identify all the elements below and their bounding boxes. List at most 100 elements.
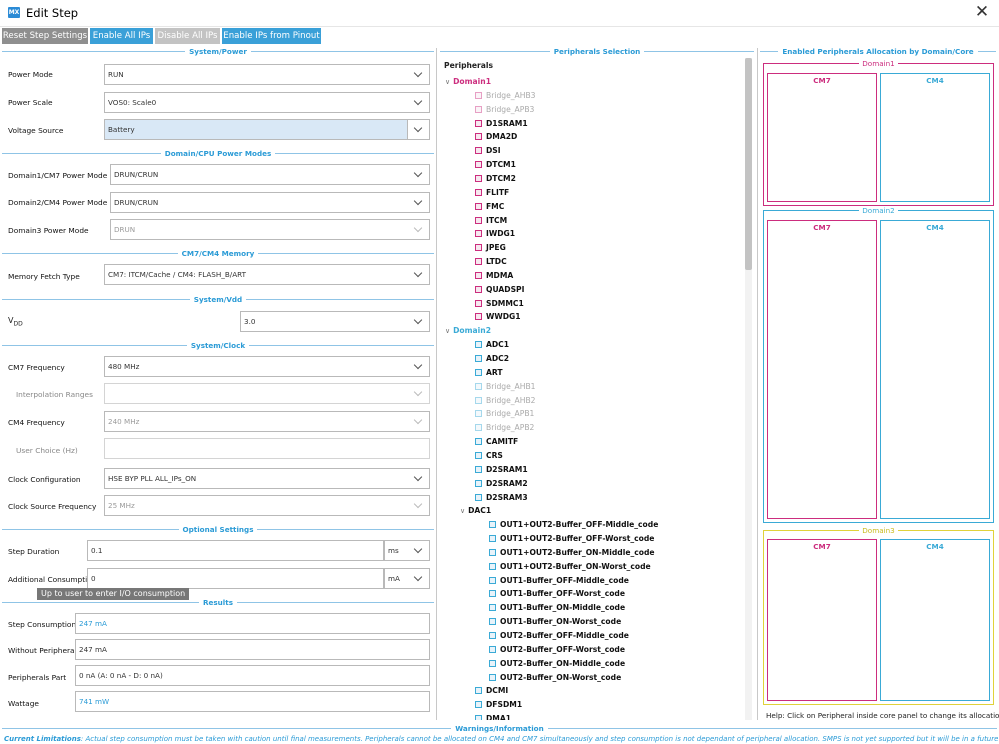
additional-consumption-unit-select[interactable]: mA <box>384 568 430 589</box>
checkbox[interactable] <box>475 161 482 169</box>
checkbox[interactable] <box>475 701 482 709</box>
checkbox[interactable] <box>475 410 482 418</box>
tree-item[interactable]: ADC1 <box>475 338 509 352</box>
tree-item[interactable]: OUT1-Buffer_OFF-Worst_code <box>489 587 625 601</box>
interpolation-ranges-select[interactable] <box>104 383 430 404</box>
cm7-frequency-select[interactable]: 480 MHz <box>104 356 430 377</box>
tree-domain1[interactable]: ∨ Domain1 <box>445 75 491 89</box>
checkbox[interactable] <box>475 424 482 432</box>
checkbox[interactable] <box>475 133 482 141</box>
checkbox[interactable] <box>475 687 482 695</box>
tree-item[interactable]: DTCM2 <box>475 172 516 186</box>
tree-item[interactable]: FLITF <box>475 186 509 200</box>
domain1-cm7-panel[interactable]: CM7 <box>767 73 877 202</box>
checkbox[interactable] <box>475 147 482 155</box>
tree-dac1[interactable]: ∨ DAC1 <box>460 504 491 518</box>
checkbox[interactable] <box>489 535 496 543</box>
tree-item[interactable]: OUT1-Buffer_ON-Worst_code <box>489 615 621 629</box>
tree-item[interactable]: Bridge_APB3 <box>475 103 534 117</box>
checkbox[interactable] <box>475 119 482 127</box>
vdd-select[interactable]: 3.0 <box>240 311 430 332</box>
checkbox[interactable] <box>475 355 482 362</box>
checkbox[interactable] <box>475 438 482 446</box>
tree-item[interactable]: JPEG <box>475 241 506 255</box>
cm4-frequency-select[interactable]: 240 MHz <box>104 411 430 432</box>
tree-scrollbar-thumb[interactable] <box>745 58 752 270</box>
domain3-power-mode-select[interactable]: DRUN <box>110 219 430 240</box>
tree-item[interactable]: QUADSPI <box>475 283 524 297</box>
checkbox[interactable] <box>489 659 496 667</box>
checkbox[interactable] <box>475 451 482 459</box>
tree-item[interactable]: D1SRAM1 <box>475 117 528 131</box>
chevron-down-icon[interactable]: ∨ <box>460 507 465 515</box>
domain3-cm7-panel[interactable]: CM7 <box>767 539 877 701</box>
tree-item[interactable]: D2SRAM1 <box>475 463 528 477</box>
tree-item[interactable]: OUT2-Buffer_OFF-Worst_code <box>489 643 625 657</box>
tree-item[interactable]: OUT2-Buffer_ON-Worst_code <box>489 671 621 685</box>
tree-item[interactable]: MDMA <box>475 269 513 283</box>
checkbox[interactable] <box>489 645 496 653</box>
domain3-cm4-panel[interactable]: CM4 <box>880 539 990 701</box>
checkbox[interactable] <box>475 271 482 279</box>
tree-item[interactable]: DCMI <box>475 684 508 698</box>
tree-item[interactable]: FMC <box>475 200 504 214</box>
tree-item[interactable]: OUT1+OUT2-Buffer_ON-Middle_code <box>489 546 655 560</box>
reset-step-settings-button[interactable]: Reset Step Settings <box>2 28 88 44</box>
tree-item[interactable]: LTDC <box>475 255 507 269</box>
tree-item[interactable]: DMA1 <box>475 712 511 720</box>
clock-configuration-select[interactable]: HSE BYP PLL ALL_IPs_ON <box>104 468 430 489</box>
tree-item[interactable]: DSI <box>475 144 501 158</box>
left-panel-divider[interactable] <box>436 48 437 720</box>
step-duration-unit-select[interactable]: ms <box>384 540 430 561</box>
tree-item[interactable]: Bridge_AHB2 <box>475 394 536 408</box>
checkbox[interactable] <box>475 202 482 210</box>
tree-item[interactable]: Bridge_APB2 <box>475 421 534 435</box>
clock-source-frequency-select[interactable]: 25 MHz <box>104 495 430 516</box>
tree-item[interactable]: OUT1-Buffer_ON-Middle_code <box>489 601 625 615</box>
tree-item[interactable]: ART <box>475 366 503 380</box>
checkbox[interactable] <box>489 618 496 626</box>
checkbox[interactable] <box>475 341 482 349</box>
checkbox[interactable] <box>475 216 482 224</box>
tree-item[interactable]: Bridge_APB1 <box>475 407 534 421</box>
domain2-cm4-panel[interactable]: CM4 <box>880 220 990 519</box>
voltage-source-select[interactable]: Battery <box>104 119 430 140</box>
tree-item[interactable]: Bridge_AHB1 <box>475 380 536 394</box>
checkbox[interactable] <box>475 368 482 376</box>
checkbox[interactable] <box>489 604 496 612</box>
checkbox[interactable] <box>475 258 482 266</box>
tree-item[interactable]: IWDG1 <box>475 227 515 241</box>
checkbox[interactable] <box>475 230 482 238</box>
memory-fetch-type-select[interactable]: CM7: ITCM/Cache / CM4: FLASH_B/ART <box>104 264 430 285</box>
checkbox[interactable] <box>475 91 482 99</box>
checkbox[interactable] <box>475 299 482 307</box>
close-icon[interactable]: ✕ <box>972 2 992 22</box>
tree-item[interactable]: DMA2D <box>475 130 517 144</box>
checkbox[interactable] <box>475 465 482 473</box>
tree-item[interactable]: OUT1-Buffer_OFF-Middle_code <box>489 574 629 588</box>
tree-item[interactable]: OUT1+OUT2-Buffer_OFF-Worst_code <box>489 532 654 546</box>
tree-item[interactable]: ITCM <box>475 214 507 228</box>
checkbox[interactable] <box>489 673 496 681</box>
chevron-down-icon[interactable]: ∨ <box>445 327 450 335</box>
enable-ips-from-pinout-button[interactable]: Enable IPs from Pinout <box>222 28 321 44</box>
checkbox[interactable] <box>489 562 496 570</box>
step-duration-input[interactable]: 0.1 <box>87 540 384 561</box>
tree-item[interactable]: DTCM1 <box>475 158 516 172</box>
checkbox[interactable] <box>489 521 496 529</box>
checkbox[interactable] <box>489 590 496 598</box>
enable-all-ips-button[interactable]: Enable All IPs <box>90 28 153 44</box>
tree-item[interactable]: OUT1+OUT2-Buffer_OFF-Middle_code <box>489 518 658 532</box>
tree-item[interactable]: Bridge_AHB3 <box>475 89 536 103</box>
tree-item[interactable]: OUT1+OUT2-Buffer_ON-Worst_code <box>489 560 651 574</box>
right-panel-divider[interactable] <box>757 48 758 720</box>
checkbox[interactable] <box>475 715 482 720</box>
checkbox[interactable] <box>475 493 482 501</box>
checkbox[interactable] <box>475 188 482 196</box>
tree-item[interactable]: D2SRAM3 <box>475 491 528 505</box>
power-scale-select[interactable]: VOS0: Scale0 <box>104 92 430 113</box>
checkbox[interactable] <box>475 396 482 404</box>
domain2-power-mode-select[interactable]: DRUN/CRUN <box>110 192 430 213</box>
tree-item[interactable]: OUT2-Buffer_OFF-Middle_code <box>489 629 629 643</box>
checkbox[interactable] <box>489 576 496 584</box>
